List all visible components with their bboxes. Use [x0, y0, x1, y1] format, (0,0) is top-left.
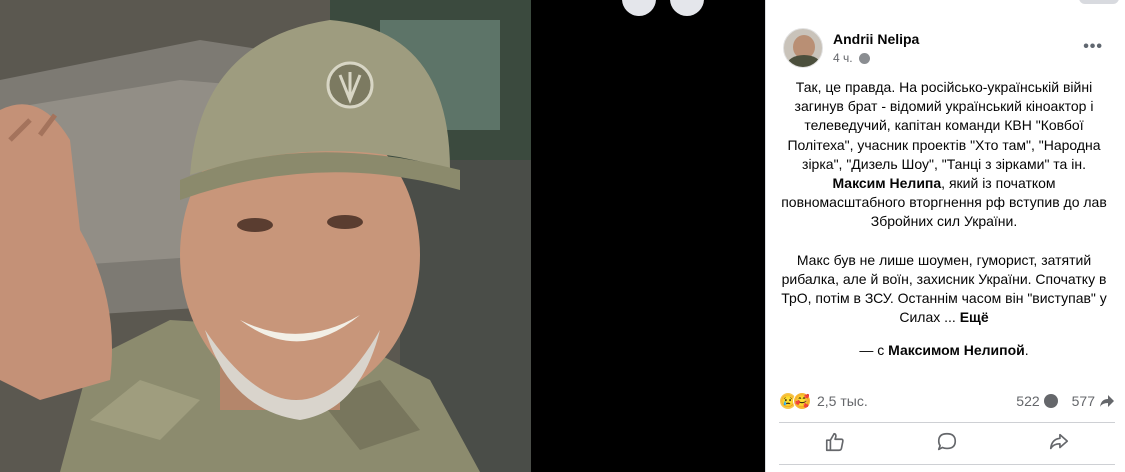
share-button[interactable] [1003, 425, 1115, 459]
share-count: 577 [1071, 393, 1095, 409]
viewer-button-1[interactable] [622, 0, 656, 16]
reaction-count[interactable]: 2,5 тыс. [817, 393, 868, 409]
photo-illustration [0, 0, 531, 472]
post-paragraph-1: Так, це правда. На російсько-українській… [781, 79, 1107, 230]
author-block: Andrii Nelipa 4 ч. [833, 31, 919, 68]
globe-icon [858, 52, 870, 64]
post-text: Так, це правда. На російсько-українській… [779, 78, 1109, 346]
post-header: Andrii Nelipa 4 ч. [783, 28, 919, 68]
bottom-divider [779, 464, 1115, 465]
comment-count-item[interactable]: 522 [1016, 393, 1058, 409]
comment-count: 522 [1016, 393, 1040, 409]
post-paragraph-2: Макс був не лише шоумен, гуморист, затят… [781, 251, 1107, 326]
engagement-counts: 522 577 [1016, 393, 1115, 409]
reactions-bar: 😢 🥰 2,5 тыс. 522 577 [779, 390, 1115, 412]
post-time[interactable]: 4 ч. [833, 51, 853, 65]
like-button[interactable] [779, 425, 891, 459]
care-reaction-icon[interactable]: 🥰 [793, 392, 811, 410]
viewer-button-2[interactable] [670, 0, 704, 16]
post-photo[interactable] [0, 0, 531, 472]
share-count-item[interactable]: 577 [1072, 393, 1115, 409]
photo-viewer [0, 0, 765, 472]
topbar-avatar[interactable] [1079, 0, 1119, 4]
tagged-with-line: — с Максимом Нелипой. [859, 342, 1029, 358]
see-more-link[interactable]: Ещё [960, 309, 989, 325]
share-icon [1049, 433, 1069, 450]
comment-icon [937, 432, 957, 451]
avatar[interactable] [783, 28, 823, 68]
thumbs-up-icon [825, 432, 844, 452]
comment-button[interactable] [891, 425, 1003, 459]
author-name[interactable]: Andrii Nelipa [833, 31, 919, 47]
mentioned-name[interactable]: Максим Нелипа [832, 175, 941, 191]
post-meta: 4 ч. [833, 51, 919, 65]
share-arrow-icon [1100, 395, 1114, 407]
more-dots-icon[interactable]: ••• [1083, 38, 1103, 56]
divider [779, 422, 1115, 423]
post-actions [779, 425, 1115, 459]
post-panel: Andrii Nelipa 4 ч. ••• Так, це правда. Н… [765, 0, 1125, 472]
tagged-person[interactable]: Максимом Нелипой [888, 342, 1025, 358]
comment-bubble-icon [1043, 394, 1058, 408]
